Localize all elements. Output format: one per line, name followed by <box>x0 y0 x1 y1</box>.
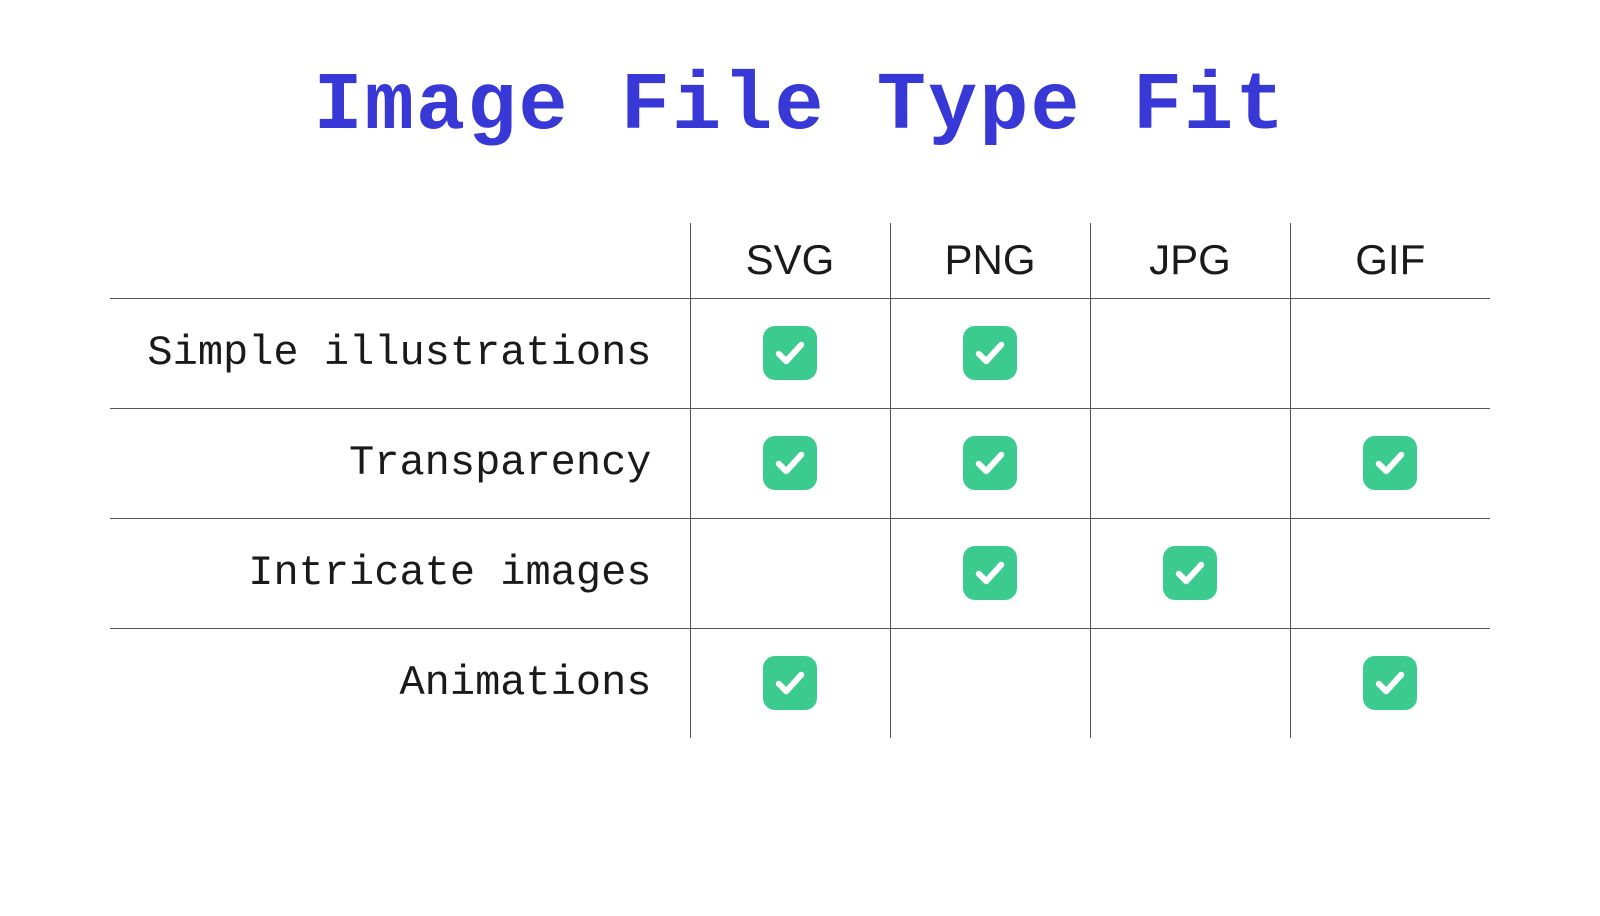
page-title: Image File Type Fit <box>314 60 1287 153</box>
table-cell <box>1290 298 1490 408</box>
column-header: JPG <box>1090 223 1290 298</box>
table-cell <box>690 518 890 628</box>
table-cell <box>890 298 1090 408</box>
table-cell <box>1090 298 1290 408</box>
table-cell <box>1290 628 1490 738</box>
table-body: Simple illustrationsTransparencyIntricat… <box>110 298 1490 738</box>
table-cell <box>1290 408 1490 518</box>
table-row: Simple illustrations <box>110 298 1490 408</box>
column-header: SVG <box>690 223 890 298</box>
table-cell <box>1290 518 1490 628</box>
table-cell <box>690 408 890 518</box>
check-icon <box>963 436 1017 490</box>
check-icon <box>763 436 817 490</box>
table-cell <box>1090 518 1290 628</box>
row-label: Simple illustrations <box>110 298 690 408</box>
table-cell <box>890 628 1090 738</box>
table-row: Intricate images <box>110 518 1490 628</box>
row-label: Transparency <box>110 408 690 518</box>
check-icon <box>763 326 817 380</box>
comparison-table: SVG PNG JPG GIF Simple illustrationsTran… <box>110 223 1490 738</box>
check-icon <box>1163 546 1217 600</box>
row-label: Intricate images <box>110 518 690 628</box>
check-icon <box>1363 436 1417 490</box>
table-cell <box>690 628 890 738</box>
table-row: Animations <box>110 628 1490 738</box>
table-cell <box>690 298 890 408</box>
column-header: GIF <box>1290 223 1490 298</box>
column-header: PNG <box>890 223 1090 298</box>
table-cell <box>1090 628 1290 738</box>
row-label: Animations <box>110 628 690 738</box>
check-icon <box>963 326 1017 380</box>
table-cell <box>890 408 1090 518</box>
check-icon <box>763 656 817 710</box>
table-cell <box>890 518 1090 628</box>
table-header-row: SVG PNG JPG GIF <box>110 223 1490 298</box>
check-icon <box>1363 656 1417 710</box>
header-empty <box>110 223 690 298</box>
table-row: Transparency <box>110 408 1490 518</box>
table-cell <box>1090 408 1290 518</box>
check-icon <box>963 546 1017 600</box>
